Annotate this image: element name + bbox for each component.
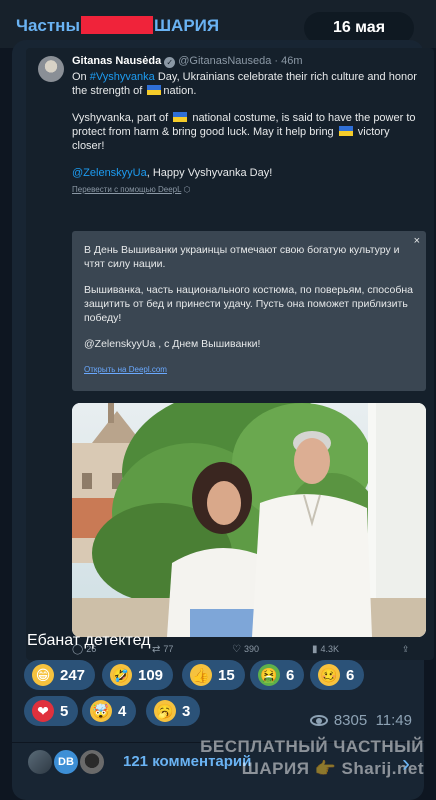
view-count: ▮ 4.3K bbox=[312, 644, 340, 655]
reaction-emoji-icon: 🥴 bbox=[318, 664, 340, 686]
reaction-emoji-icon: 🤮 bbox=[258, 664, 280, 686]
reaction-count: 15 bbox=[218, 666, 235, 684]
translation-box: × В День Вышиванки украинцы отмечают сво… bbox=[72, 231, 426, 391]
reaction-count: 109 bbox=[138, 666, 164, 684]
channel-title-prefix: Частны bbox=[16, 16, 80, 35]
reaction-pill[interactable]: 🤮 6 bbox=[250, 660, 305, 690]
reaction-emoji-icon: 🤯 bbox=[90, 700, 112, 722]
tweet-screenshot[interactable]: Gitanas Nausėda ✓ @GitanasNauseda · 46m On… bbox=[26, 48, 434, 660]
reaction-count: 247 bbox=[60, 666, 86, 684]
tweet-header: Gitanas Nausėda ✓ @GitanasNauseda · 46m bbox=[72, 55, 303, 68]
chevron-right-icon[interactable]: › bbox=[402, 750, 410, 778]
reaction-pill[interactable]: 🤣 109 bbox=[102, 660, 174, 690]
channel-title[interactable]: Частны ШАРИЯ bbox=[16, 16, 219, 36]
tweet-author-name: Gitanas Nausėda bbox=[72, 55, 162, 67]
reaction-emoji-icon: ❤ bbox=[32, 700, 54, 722]
reaction-pill[interactable]: 🤯 4 bbox=[82, 696, 137, 726]
commenter-avatar bbox=[78, 748, 106, 776]
eye-icon bbox=[309, 715, 328, 726]
retweet-count: ⇄ 77 bbox=[152, 644, 174, 655]
message-caption: Ебанат детектед bbox=[27, 632, 151, 649]
reaction-emoji-icon: 😁 bbox=[32, 664, 54, 686]
close-icon: × bbox=[413, 235, 420, 247]
translation-para-2: Вышиванка, часть национального костюма, … bbox=[84, 284, 413, 324]
reaction-emoji-icon: 🥱 bbox=[154, 700, 176, 722]
ukraine-flag-icon bbox=[147, 85, 162, 95]
reaction-pill[interactable]: 🥴 6 bbox=[310, 660, 365, 690]
retweet-icon: ⇄ bbox=[152, 644, 161, 655]
tweet-handle-time: @GitanasNauseda · 46m bbox=[178, 55, 303, 67]
redaction-mark bbox=[80, 16, 153, 34]
hashtag-link: #Vyshyvanka bbox=[89, 71, 155, 83]
mention-link: @ZelenskyyUa bbox=[72, 167, 147, 179]
commenter-avatar bbox=[26, 748, 54, 776]
message-meta: 8305 11:49 bbox=[309, 712, 412, 729]
ukraine-flag-icon bbox=[338, 126, 353, 136]
watermark: БЕСПЛАТНЫЙ ЧАСТНЫЙ ШАРИЯ 👉 Sharij.net bbox=[200, 737, 424, 778]
message-time: 11:49 bbox=[375, 712, 412, 729]
reaction-count: 5 bbox=[60, 702, 69, 720]
reaction-emoji-icon: 👍 bbox=[190, 664, 212, 686]
reaction-pill[interactable]: 😁 247 bbox=[24, 660, 96, 690]
reaction-count: 6 bbox=[286, 666, 295, 684]
translation-para-1: В День Вышиванки украинцы отмечают свою … bbox=[84, 244, 400, 270]
verified-icon: ✓ bbox=[164, 57, 176, 68]
reaction-pill[interactable]: 🥱 3 bbox=[146, 696, 201, 726]
reaction-pill[interactable]: ❤ 5 bbox=[24, 696, 79, 726]
tweet-photo bbox=[72, 403, 426, 637]
heart-icon: ♡ bbox=[232, 644, 241, 655]
channel-title-suffix: ШАРИЯ bbox=[153, 16, 220, 35]
reaction-pill[interactable]: 👍 15 bbox=[182, 660, 245, 690]
commenter-avatar: DB bbox=[52, 748, 80, 776]
like-count: ♡ 390 bbox=[232, 644, 259, 655]
reaction-count: 3 bbox=[182, 702, 191, 720]
tweet-body: On #Vyshyvanka Day, Ukrainians celebrate… bbox=[72, 70, 424, 197]
share-icon: ⇪ bbox=[402, 644, 410, 654]
translation-para-3: @ZelenskyyUa , с Днем Вышиванки! bbox=[84, 338, 261, 350]
tweet-author-avatar bbox=[38, 56, 64, 82]
open-deepl-link: Открыть на Deepl.com bbox=[84, 365, 167, 374]
reaction-count: 4 bbox=[118, 702, 127, 720]
stats-icon: ▮ bbox=[312, 644, 318, 655]
reaction-count: 6 bbox=[346, 666, 355, 684]
reaction-emoji-icon: 🤣 bbox=[110, 664, 132, 686]
view-count-label: 8305 bbox=[333, 712, 368, 729]
ukraine-flag-icon bbox=[173, 112, 188, 122]
translate-with-deepl: Перевести с помощью DeepL ⬡ bbox=[72, 185, 191, 194]
